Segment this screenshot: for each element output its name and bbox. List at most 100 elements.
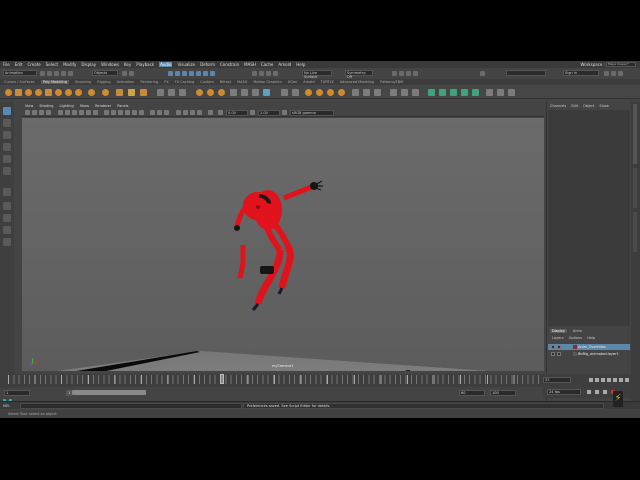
render-view-icon[interactable] — [392, 71, 397, 76]
smooth-shade-icon[interactable] — [111, 110, 116, 115]
super-shape-icon[interactable] — [102, 89, 109, 96]
play-backwards-icon[interactable] — [607, 378, 611, 382]
spherical-uv-icon[interactable] — [450, 89, 457, 96]
cb-menu-edit[interactable]: Edit — [571, 104, 578, 108]
shelf-tab-arnold[interactable]: Arnold — [303, 80, 314, 84]
cb-menu-object[interactable]: Object — [583, 104, 594, 108]
step-forward-frame-icon[interactable] — [619, 378, 623, 382]
snap-view-icon[interactable] — [273, 71, 278, 76]
shelf-tab-bifrost[interactable]: Bifrost — [220, 80, 231, 84]
xray-joints-icon[interactable] — [157, 110, 162, 115]
tool-settings-toggle-icon[interactable] — [611, 71, 616, 76]
current-frame-field[interactable]: 37 — [543, 377, 571, 383]
viewport-menu-show[interactable]: Show — [80, 104, 89, 108]
select-by-joint-icon[interactable] — [175, 71, 180, 76]
xray-icon[interactable] — [150, 110, 155, 115]
multi-cut-icon[interactable] — [316, 89, 323, 96]
poly-cube-icon[interactable] — [15, 89, 22, 96]
poly-plane-icon[interactable] — [45, 89, 52, 96]
render-settings-icon[interactable] — [413, 71, 418, 76]
menu-mash[interactable]: MASH — [244, 62, 256, 67]
viewport-menu-shading[interactable]: Shading — [39, 104, 53, 108]
cb-menu-channels[interactable]: Channels — [550, 104, 566, 108]
combine-icon[interactable] — [157, 89, 164, 96]
symmetry-dropdown[interactable]: Symmetry: Off — [345, 70, 373, 79]
object-mode-icon[interactable] — [129, 71, 134, 76]
anim-end-field[interactable]: 100 — [490, 390, 516, 396]
extrude-icon[interactable] — [252, 89, 259, 96]
step-back-frame-icon[interactable] — [601, 378, 605, 382]
poly-sphere-icon[interactable] — [5, 89, 12, 96]
shelf-tab-custom[interactable]: Custom — [200, 80, 213, 84]
signin-dropdown[interactable]: Sign in — [563, 70, 599, 76]
selection-mode-dropdown[interactable]: Objects — [92, 70, 118, 76]
attribute-editor-toggle-icon[interactable] — [604, 71, 609, 76]
sound-icon[interactable] — [595, 390, 599, 394]
snap-grid-icon[interactable] — [252, 71, 257, 76]
menu-windows[interactable]: Windows — [101, 62, 119, 67]
fps-dropdown[interactable]: 24 fps — [547, 389, 581, 395]
viewport-menu-panels[interactable]: Panels — [117, 104, 128, 108]
film-gate-icon[interactable] — [65, 110, 70, 115]
menu-create[interactable]: Create — [27, 62, 40, 67]
collapse-icon[interactable] — [401, 89, 408, 96]
layer-tab-anim[interactable]: Anim — [573, 329, 582, 333]
menuset-dropdown[interactable]: Animation — [3, 70, 37, 76]
exposure-icon[interactable] — [218, 110, 223, 115]
ipr-render-icon[interactable] — [406, 71, 411, 76]
gamma-field[interactable]: 1.00 — [258, 110, 280, 116]
current-frame-marker[interactable] — [220, 374, 224, 384]
range-end-field[interactable]: 60 — [459, 390, 485, 396]
shelf-tab-advanced-modeling[interactable]: Advanced Modeling — [340, 80, 374, 84]
resolution-gate-icon[interactable] — [72, 110, 77, 115]
gamma-icon[interactable] — [250, 110, 255, 115]
poly-torus-icon[interactable] — [55, 89, 62, 96]
menu-modify[interactable]: Modify — [63, 62, 76, 67]
connect-icon[interactable] — [338, 89, 345, 96]
layer-row[interactable]: BbRig_animated:layer1 — [548, 351, 630, 357]
auto-key-icon[interactable] — [603, 390, 607, 394]
render-frame-icon[interactable] — [399, 71, 404, 76]
menu-visualize[interactable]: Visualize — [177, 62, 195, 67]
last-tool-icon[interactable] — [3, 188, 11, 196]
fill-hole-icon[interactable] — [292, 89, 299, 96]
save-scene-icon[interactable] — [54, 71, 59, 76]
range-slider-bar[interactable] — [72, 390, 146, 395]
smooth-icon[interactable] — [179, 89, 186, 96]
offset-edge-loop-icon[interactable] — [363, 89, 370, 96]
visibility-toggle[interactable] — [551, 345, 555, 349]
layer-color-swatch[interactable] — [573, 345, 577, 349]
ambient-occlusion-icon[interactable] — [176, 110, 181, 115]
boolean-union-icon[interactable] — [196, 89, 203, 96]
layer-row[interactable]: Anim_Overrides — [548, 344, 630, 350]
playback-toggle[interactable] — [557, 345, 561, 349]
xray-active-icon[interactable] — [164, 110, 169, 115]
viewport-menu-renderer[interactable]: Renderer — [95, 104, 111, 108]
mel-label[interactable]: MEL — [3, 404, 10, 408]
cb-menu-show[interactable]: Show — [599, 104, 608, 108]
target-weld-icon[interactable] — [327, 89, 334, 96]
boolean-intersection-icon[interactable] — [218, 89, 225, 96]
wireframe-on-shaded-icon[interactable] — [118, 110, 123, 115]
hierarchy-mode-icon[interactable] — [122, 71, 127, 76]
go-to-start-icon[interactable] — [589, 378, 593, 382]
menu-help[interactable]: Help — [296, 62, 305, 67]
input-line-icon[interactable] — [480, 71, 485, 76]
four-view-layout-icon[interactable] — [3, 214, 11, 222]
input-line-field[interactable] — [506, 70, 546, 76]
layer-menu-options[interactable]: Options — [569, 336, 583, 340]
anti-aliasing-icon[interactable] — [190, 110, 195, 115]
visibility-toggle[interactable] — [551, 352, 555, 356]
select-by-deform-icon[interactable] — [196, 71, 201, 76]
new-scene-icon[interactable] — [40, 71, 45, 76]
shelf-tab-patterns[interactable]: Patterns/FBIK — [380, 80, 403, 84]
redo-icon[interactable] — [68, 71, 73, 76]
menu-display[interactable]: Display — [81, 62, 96, 67]
play-forwards-icon[interactable] — [613, 378, 617, 382]
field-chart-icon[interactable] — [86, 110, 91, 115]
viewport-menu-view[interactable]: View — [25, 104, 33, 108]
poly-cone-icon[interactable] — [35, 89, 42, 96]
menu-audio[interactable]: Audio — [159, 62, 173, 67]
mirror-icon[interactable] — [230, 89, 237, 96]
poly-text-icon[interactable] — [128, 89, 135, 96]
